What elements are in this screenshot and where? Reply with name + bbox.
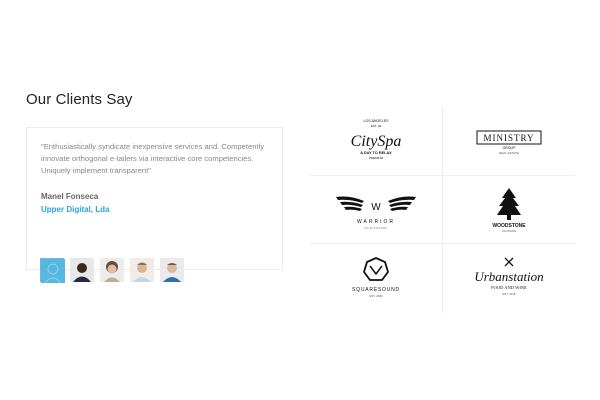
client-logo-squaresound[interactable]: SQUARESOUND EST. 2000 bbox=[310, 244, 442, 312]
testimonial-avatars bbox=[40, 258, 184, 284]
client-logo-cityspa[interactable]: LOS ANGELES EST. 06 CitySpa A DAY TO REL… bbox=[310, 107, 442, 175]
testimonial-author-company[interactable]: Upper Digital, Lda bbox=[41, 205, 109, 214]
cityspa-logo: LOS ANGELES EST. 06 CitySpa A DAY TO REL… bbox=[351, 119, 402, 160]
avatar-4-image bbox=[130, 258, 154, 282]
avatar-2-image bbox=[70, 258, 94, 282]
section-title: Our Clients Say bbox=[26, 91, 133, 108]
svg-text:EST. 2015: EST. 2015 bbox=[503, 292, 516, 296]
ministry-logo: MINISTRY GROUP REAL ESTATE bbox=[476, 130, 542, 155]
avatar-2[interactable] bbox=[70, 258, 94, 282]
client-logo-woodstone[interactable]: WOODSTONE CLOTHING bbox=[443, 176, 575, 244]
testimonial-card: "Enthusiastically syndicate inexpensive … bbox=[26, 127, 283, 270]
avatar-5-image bbox=[160, 258, 184, 282]
avatar-1-image bbox=[41, 259, 65, 284]
svg-text:Urbanstation: Urbanstation bbox=[474, 269, 543, 284]
svg-text:FOOD AND WINE: FOOD AND WINE bbox=[491, 285, 527, 290]
avatar-1[interactable] bbox=[40, 258, 65, 284]
svg-text:EST. 2000: EST. 2000 bbox=[370, 294, 383, 298]
svg-text:CitySpa: CitySpa bbox=[351, 133, 402, 150]
svg-text:CLOTHING: CLOTHING bbox=[364, 226, 388, 230]
svg-text:W: W bbox=[371, 202, 381, 213]
svg-text:LOS ANGELES: LOS ANGELES bbox=[364, 119, 390, 123]
svg-text:A DAY TO RELAX: A DAY TO RELAX bbox=[360, 151, 392, 155]
woodstone-logo: WOODSTONE CLOTHING bbox=[492, 188, 526, 233]
svg-text:WARRIOR: WARRIOR bbox=[357, 219, 395, 225]
avatar-3-image bbox=[100, 258, 124, 282]
avatar-4[interactable] bbox=[130, 258, 154, 282]
svg-text:CLOTHING: CLOTHING bbox=[502, 229, 516, 233]
urbanstation-logo: Urbanstation FOOD AND WINE EST. 2015 bbox=[474, 257, 544, 296]
client-logo-urbanstation[interactable]: Urbanstation FOOD AND WINE EST. 2015 bbox=[443, 244, 575, 312]
client-logo-ministry[interactable]: MINISTRY GROUP REAL ESTATE bbox=[443, 107, 575, 175]
squaresound-logo: SQUARESOUND EST. 2000 bbox=[352, 257, 400, 298]
svg-text:EST. 06: EST. 06 bbox=[371, 124, 382, 128]
svg-text:REAL ESTATE: REAL ESTATE bbox=[499, 151, 519, 155]
svg-text:SQUARESOUND: SQUARESOUND bbox=[352, 287, 400, 293]
svg-text:PREMIUM: PREMIUM bbox=[369, 156, 384, 160]
testimonial-author-name: Manel Fonseca bbox=[41, 192, 99, 201]
avatar-5[interactable] bbox=[160, 258, 184, 282]
testimonial-quote: "Enthusiastically syndicate inexpensive … bbox=[41, 142, 265, 175]
client-logos-grid: LOS ANGELES EST. 06 CitySpa A DAY TO REL… bbox=[310, 107, 575, 313]
warrior-logo: W WARRIOR CLOTHING bbox=[336, 196, 416, 230]
avatar-3[interactable] bbox=[100, 258, 124, 282]
svg-text:GROUP: GROUP bbox=[503, 146, 517, 150]
svg-text:MINISTRY: MINISTRY bbox=[483, 133, 534, 143]
client-logo-warrior[interactable]: W WARRIOR CLOTHING bbox=[310, 176, 442, 244]
